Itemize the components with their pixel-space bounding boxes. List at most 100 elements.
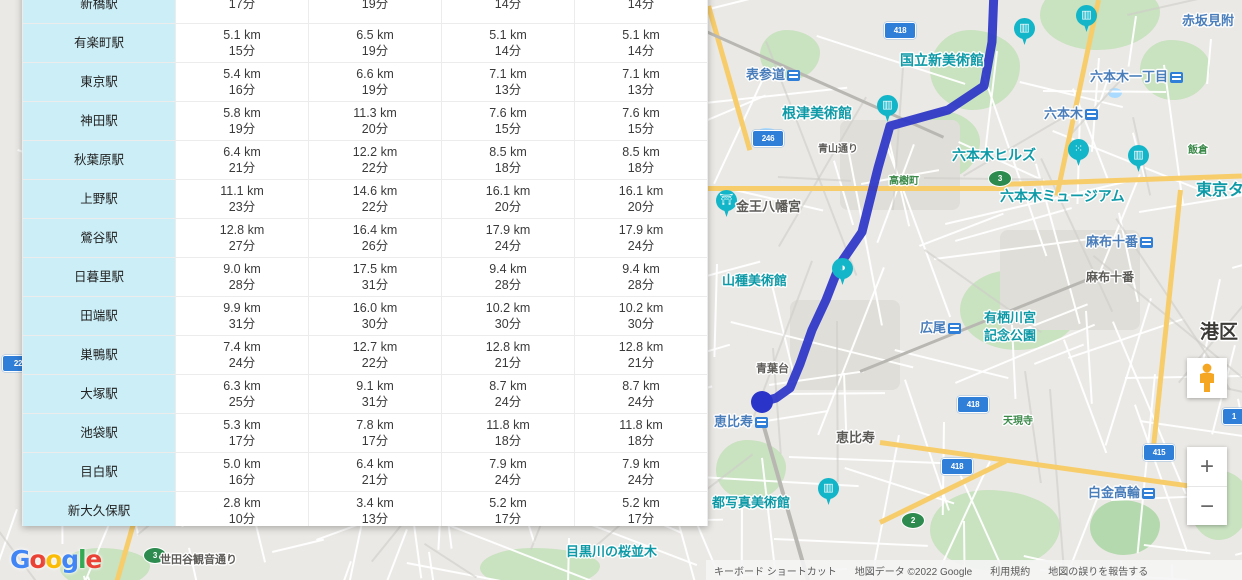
poi-pin-icon[interactable]: ⁙ (1068, 139, 1089, 167)
duration-min: 22分 (361, 200, 389, 214)
poi-pin-icon[interactable]: ▥ (1076, 5, 1097, 33)
map-label: 港区 (1200, 317, 1238, 344)
distance-km: 8.7 km (622, 379, 660, 393)
map-label: 都写真美術館 (712, 492, 790, 511)
route-shield: 3 (988, 170, 1012, 187)
duration-min: 21分 (494, 356, 522, 370)
distance-cell-3: 14分 (441, 0, 575, 24)
distance-cell-1: 5.8 km 19分 (175, 101, 309, 141)
map-label: 麻布十番 (1086, 231, 1154, 250)
station-name-cell: 大塚駅 (22, 374, 176, 414)
map-label: 六本木一丁目 (1090, 66, 1184, 85)
panel-scrollbar[interactable] (701, 0, 708, 526)
distance-km: 8.5 km (489, 145, 527, 159)
distance-cell-2: 9.1 km 31分 (308, 374, 442, 414)
distance-cell-4: 8.5 km 18分 (574, 140, 708, 180)
duration-min: 14分 (494, 0, 522, 11)
zoom-in-button[interactable]: + (1187, 447, 1227, 487)
distance-table-panel[interactable]: 新橋駅 17分 19分 14分 14分 有楽町駅 5.1 km 15分 6.5 km 19分 5.1… (22, 0, 708, 526)
distance-km: 10.2 km (618, 301, 664, 315)
map-label: 恵比寿 (714, 411, 769, 430)
poi-pin-icon[interactable]: ⛩ (716, 190, 737, 218)
map-label-text: 恵比寿 (836, 430, 876, 445)
train-station-icon (1140, 237, 1154, 249)
distance-cell-2: 19分 (308, 0, 442, 24)
station-name-cell: 秋葉原駅 (22, 140, 176, 180)
route-shield-label: 2 (910, 516, 916, 525)
duration-min: 28分 (494, 278, 522, 292)
train-station-icon (1142, 488, 1156, 500)
map-label: 東京タ (1196, 176, 1242, 200)
distance-km: 5.8 km (223, 106, 261, 120)
duration-min: 15分 (627, 122, 655, 136)
map-label-text: 高樹町 (889, 176, 919, 187)
duration-min: 18分 (494, 434, 522, 448)
route-shield-label: 22 (13, 359, 23, 368)
distance-cell-2: 6.4 km 21分 (308, 452, 442, 492)
duration-min: 21分 (228, 161, 256, 175)
duration-min: 24分 (627, 473, 655, 487)
map-label-text: 有栖川宮 (984, 310, 1037, 325)
distance-cell-3: 17.9 km 24分 (441, 218, 575, 258)
street-view-pegman-button[interactable] (1187, 358, 1227, 398)
poi-pin-icon[interactable]: ▥ (818, 478, 839, 506)
distance-cell-1: 5.1 km 15分 (175, 23, 309, 63)
duration-min: 17分 (361, 434, 389, 448)
zoom-controls[interactable]: + − (1187, 447, 1227, 525)
poi-pin-icon[interactable]: ▥ (1014, 18, 1035, 46)
duration-min: 31分 (361, 395, 389, 409)
distance-cell-3: 7.6 km 15分 (441, 101, 575, 141)
map-label-text: 六本木 (1044, 106, 1084, 121)
distance-km: 6.4 km (356, 457, 394, 471)
zoom-out-button[interactable]: − (1187, 487, 1227, 526)
distance-cell-3: 5.1 km 14分 (441, 23, 575, 63)
duration-min: 20分 (361, 122, 389, 136)
train-station-icon (1085, 109, 1099, 121)
distance-km: 11.1 km (220, 184, 264, 198)
distance-km: 17.5 km (352, 262, 398, 276)
distance-km: 7.1 km (622, 67, 660, 81)
terms-link[interactable]: 利用規約 (990, 563, 1030, 578)
distance-km: 10.2 km (485, 301, 531, 315)
map-label: 目黒川の桜並木 (566, 541, 657, 560)
distance-km: 6.5 km (356, 28, 394, 42)
poi-pin-icon[interactable]: ◑ (832, 258, 853, 286)
distance-km: 16.4 km (352, 223, 398, 237)
distance-cell-4: 16.1 km 20分 (574, 179, 708, 219)
google-logo[interactable]: Google (10, 545, 102, 574)
distance-km: 5.4 km (223, 67, 261, 81)
map-label-text: 港区 (1200, 322, 1239, 343)
report-error-link[interactable]: 地図の誤りを報告する (1048, 563, 1148, 578)
distance-cell-1: 5.0 km 16分 (175, 452, 309, 492)
duration-min: 22分 (361, 161, 389, 175)
duration-min: 19分 (228, 122, 256, 136)
map-attribution-bar: キーボード ショートカット 地図データ ©2022 Google 利用規約 地図… (706, 560, 1242, 580)
pin-glyph: ⁙ (1073, 143, 1084, 155)
distance-km: 7.6 km (489, 106, 527, 120)
distance-cell-2: 12.7 km 22分 (308, 335, 442, 375)
station-name-cell: 新大久保駅 (22, 491, 176, 526)
station-name-cell: 神田駅 (22, 101, 176, 141)
poi-pin-icon[interactable]: ▥ (1128, 145, 1149, 173)
duration-min: 14分 (494, 44, 522, 58)
map-label: 白金高輪 (1088, 482, 1156, 501)
duration-min: 13分 (361, 512, 389, 526)
distance-cell-4: 17.9 km 24分 (574, 218, 708, 258)
logo-letter-g: G (10, 545, 31, 574)
map-label-text: 六本木ミュージアム (1000, 188, 1125, 204)
train-station-icon (755, 417, 769, 429)
duration-min: 18分 (627, 161, 655, 175)
poi-pin-icon[interactable]: ▥ (877, 95, 898, 123)
distance-km: 16.0 km (352, 301, 398, 315)
duration-min: 26分 (361, 239, 389, 253)
map-label-text: 根津美術館 (782, 105, 852, 121)
map-label-text: 金王八幡宮 (736, 199, 802, 214)
map-label-text: 表参道 (746, 67, 786, 82)
station-name-cell: 田端駅 (22, 296, 176, 336)
distance-cell-1: 17分 (175, 0, 309, 24)
map-label-text: 東京タ (1196, 182, 1242, 199)
keyboard-shortcuts-link[interactable]: キーボード ショートカット (714, 563, 837, 578)
duration-min: 28分 (627, 278, 655, 292)
map-label-text: 青葉台 (756, 363, 789, 375)
pin-glyph: ◑ (839, 262, 846, 274)
